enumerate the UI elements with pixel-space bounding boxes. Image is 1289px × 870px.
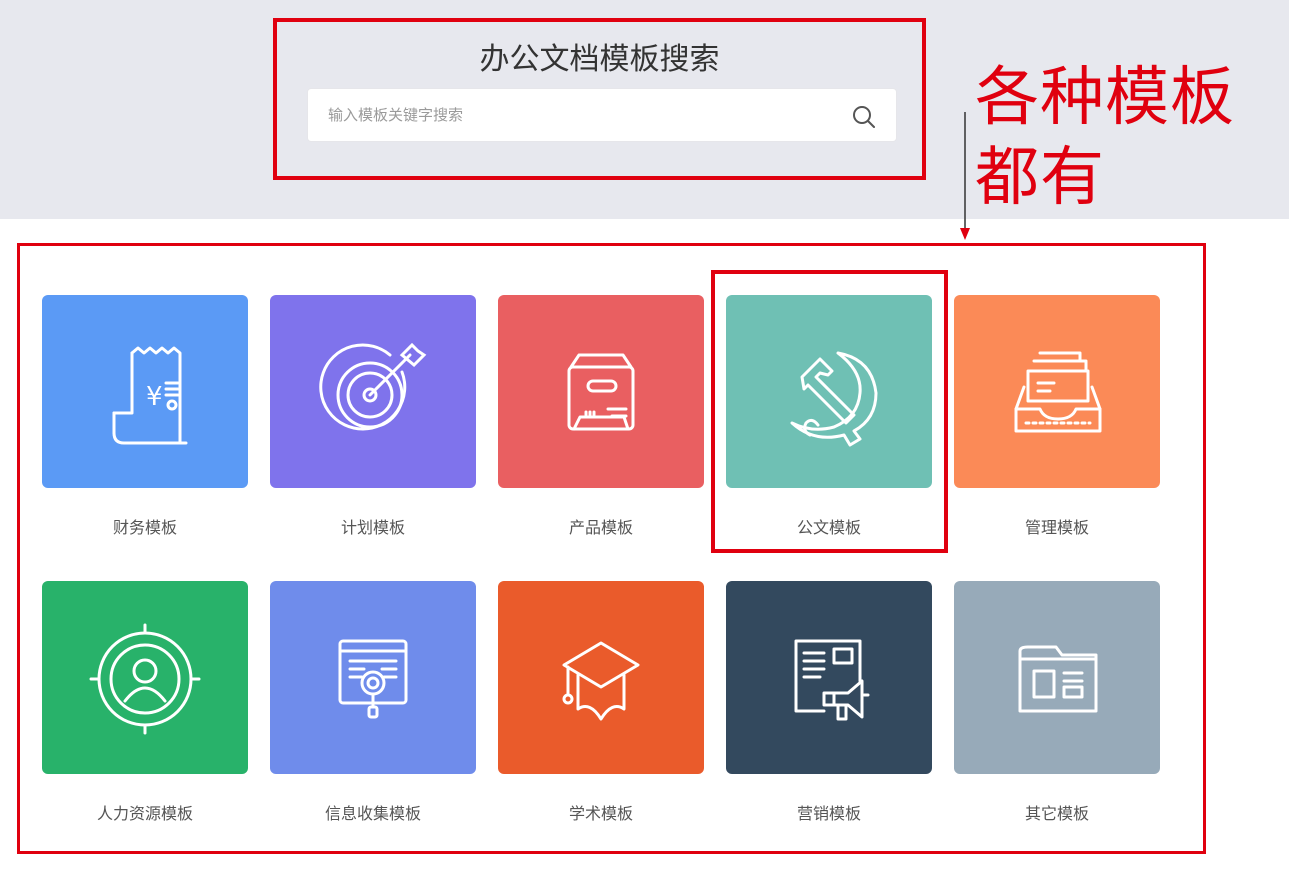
- category-label: 学术模板: [568, 804, 633, 823]
- graduation-cap-icon: [562, 641, 640, 720]
- category-label: 人力资源模板: [96, 804, 193, 823]
- annotation-line-2: 都有: [975, 141, 1105, 215]
- category-card-academic[interactable]: 学术模板: [498, 581, 704, 824]
- receipt-yen-icon: ¥: [112, 346, 188, 444]
- category-card-info[interactable]: 信息收集模板: [270, 581, 476, 824]
- category-tile[interactable]: [498, 295, 704, 488]
- category-card-product[interactable]: 产品模板: [498, 295, 704, 538]
- category-card-official[interactable]: 公文模板: [726, 295, 932, 538]
- category-card-management[interactable]: 管理模板: [954, 295, 1160, 538]
- category-label: 信息收集模板: [324, 804, 421, 823]
- category-tile[interactable]: [726, 295, 932, 488]
- category-tile[interactable]: [954, 295, 1160, 488]
- search-input[interactable]: [307, 88, 897, 142]
- hammer-sickle-icon: [790, 351, 878, 446]
- search-icon[interactable]: [850, 103, 878, 131]
- category-tile[interactable]: [726, 581, 932, 774]
- target-arrow-icon: [319, 342, 427, 430]
- annotation-arrow-icon: [960, 112, 970, 240]
- category-card-plan[interactable]: 计划模板: [270, 295, 476, 538]
- category-tile[interactable]: [42, 581, 248, 774]
- category-label: 产品模板: [568, 518, 633, 537]
- category-tile[interactable]: [954, 581, 1160, 774]
- product-box-icon: [567, 353, 635, 430]
- folder-doc-icon: [1018, 645, 1098, 712]
- category-label: 管理模板: [1024, 518, 1089, 537]
- category-tile[interactable]: [270, 295, 476, 488]
- svg-text:¥: ¥: [146, 382, 163, 412]
- category-label: 营销模板: [796, 804, 861, 823]
- megaphone-board-icon: [794, 639, 870, 720]
- person-target-icon: [89, 623, 201, 734]
- category-card-marketing[interactable]: 营销模板: [726, 581, 932, 824]
- category-label: 计划模板: [340, 518, 405, 537]
- category-tile[interactable]: ¥: [42, 295, 248, 488]
- category-label: 财务模板: [112, 518, 177, 537]
- info-search-icon: [338, 639, 408, 718]
- category-card-finance[interactable]: ¥ 财务模板: [42, 295, 248, 538]
- file-tray-icon: [1014, 351, 1102, 432]
- category-label: 其它模板: [1024, 804, 1089, 823]
- category-tile[interactable]: [270, 581, 476, 774]
- category-card-hr[interactable]: 人力资源模板: [42, 581, 248, 824]
- annotation-text: 各种模板 都有: [975, 58, 1275, 218]
- category-tile[interactable]: [498, 581, 704, 774]
- category-label: 公文模板: [796, 518, 861, 537]
- annotation-line-1: 各种模板: [975, 61, 1235, 135]
- category-card-other[interactable]: 其它模板: [954, 581, 1160, 824]
- search-title: 办公文档模板搜索: [479, 42, 720, 77]
